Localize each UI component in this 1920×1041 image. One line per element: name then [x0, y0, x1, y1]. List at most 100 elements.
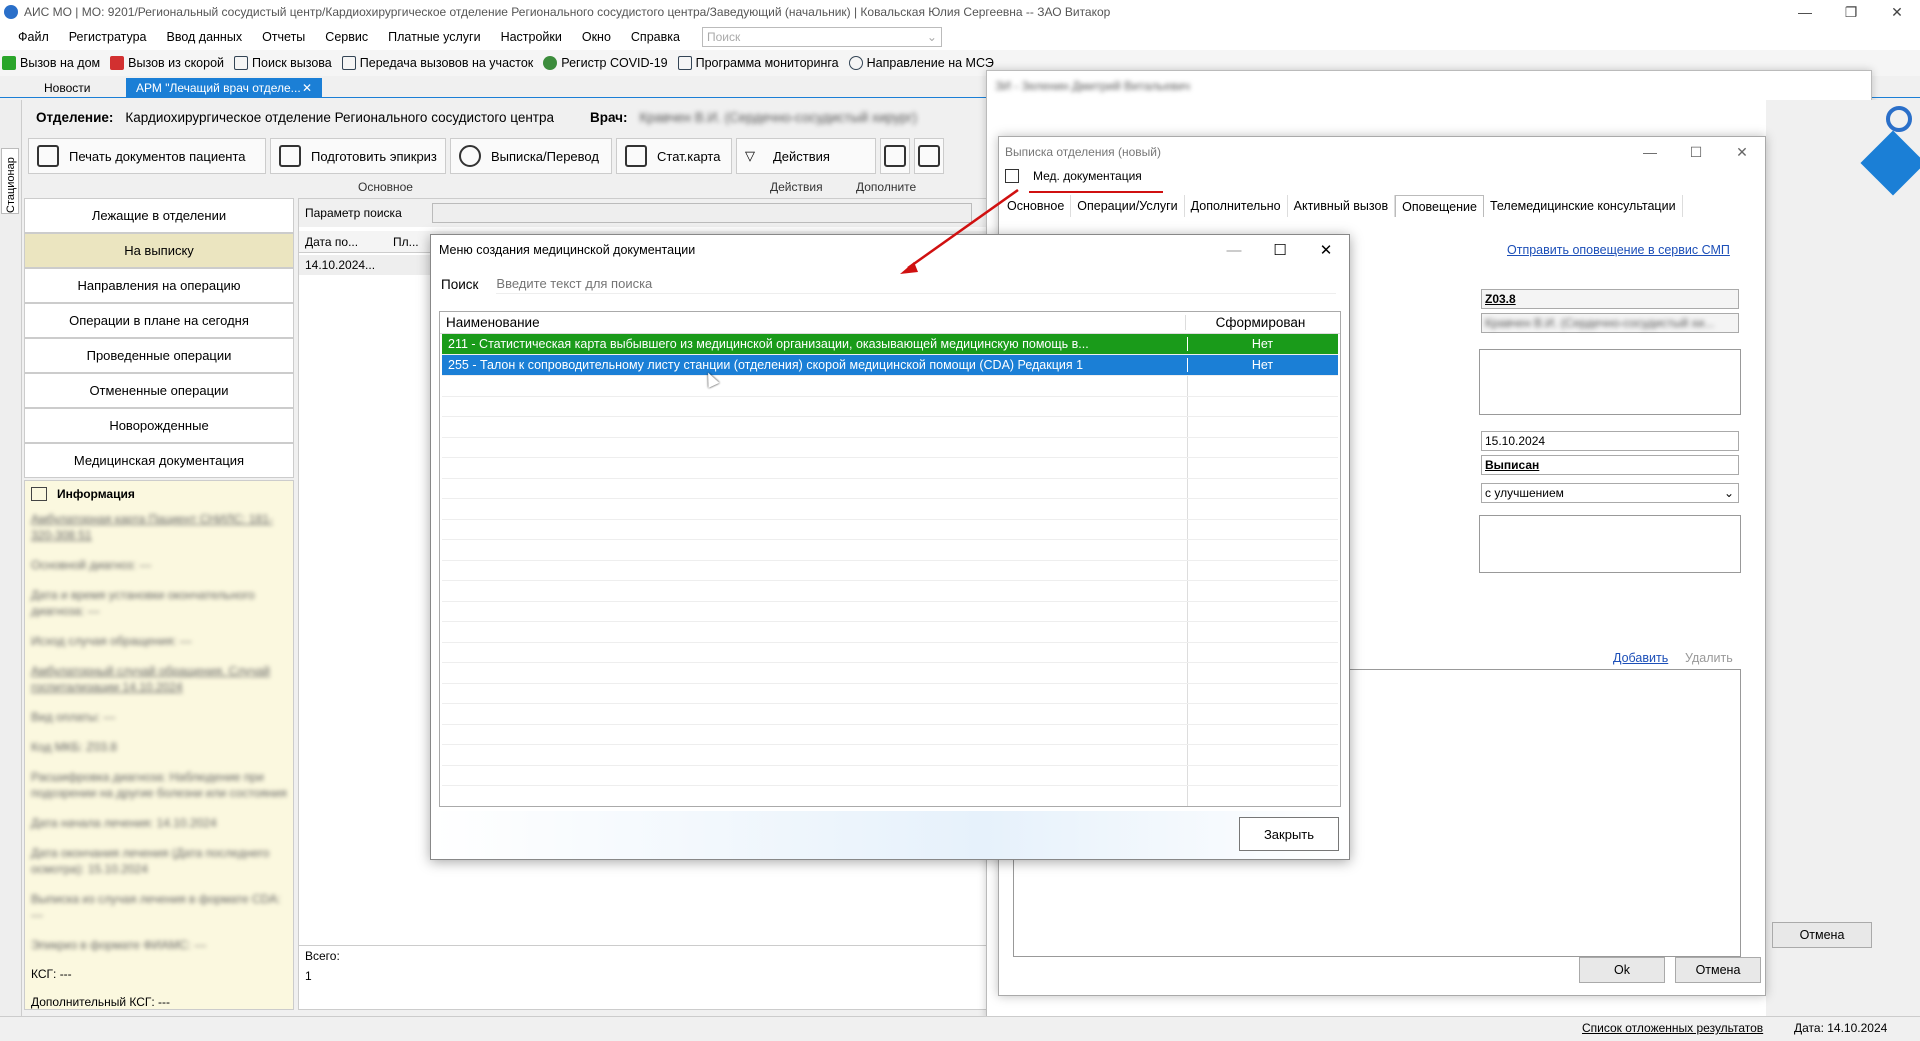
maximize-icon[interactable]: ☐	[1673, 137, 1719, 167]
nav-newborns[interactable]: Новорожденные	[24, 408, 294, 443]
restore-icon[interactable]: ❐	[1828, 0, 1874, 24]
nav-for-discharge[interactable]: На выписку	[24, 233, 294, 268]
empty-cell	[1187, 786, 1337, 806]
empty-row	[442, 458, 1338, 479]
actions-button[interactable]: ▽ Действия	[736, 138, 876, 174]
doctor-field[interactable]: Кравчен В.И. (Сердечно-сосудистый хи...	[1481, 313, 1739, 333]
med-docs-button[interactable]: Мед. документация	[1005, 169, 1142, 183]
transfer-calls-button[interactable]: Передача вызовов на участок	[341, 56, 533, 70]
empty-row	[442, 376, 1338, 397]
total-value: 1	[305, 969, 312, 983]
col-name-header[interactable]: Наименование	[440, 315, 1185, 330]
nav-completed-surgeries[interactable]: Проведенные операции	[24, 338, 294, 373]
menu-settings[interactable]: Настройки	[491, 30, 572, 44]
side-strip: Стационар	[0, 100, 22, 1040]
cancel-button[interactable]: Отмена	[1675, 957, 1761, 983]
diagnosis-code-field[interactable]: Z03.8	[1481, 289, 1739, 309]
menu-registry[interactable]: Регистратура	[59, 30, 157, 44]
notes-area-2[interactable]	[1479, 515, 1741, 573]
info-line: Амбулаторная карта Пациент СНИЛС: 181-32…	[31, 512, 273, 542]
outcome-select[interactable]: с улучшением ⌄	[1481, 483, 1739, 503]
mse-direction-button[interactable]: Направление на МСЭ	[848, 56, 994, 70]
menu-reports[interactable]: Отчеты	[252, 30, 315, 44]
ok-button[interactable]: Ok	[1579, 957, 1665, 983]
close-icon[interactable]: ✕	[1719, 137, 1765, 167]
prepare-epicrisis-button[interactable]: Подготовить эпикриз	[270, 138, 446, 174]
tab-main[interactable]: Основное	[1001, 195, 1072, 217]
nav-cancelled-surgeries[interactable]: Отмененные операции	[24, 373, 294, 408]
empty-row	[442, 745, 1338, 766]
menu-help[interactable]: Справка	[621, 30, 690, 44]
minimize-icon[interactable]: —	[1782, 0, 1828, 24]
ambulance-call-button[interactable]: Вызов из скорой	[110, 56, 224, 70]
nav-surgery-referrals[interactable]: Направления на операцию	[24, 268, 294, 303]
search-call-button[interactable]: Поиск вызова	[234, 56, 332, 70]
dropdown-triangle-icon: ▽	[745, 148, 755, 163]
menu-search-combo[interactable]: Поиск ⌄	[701, 27, 942, 47]
menu-file[interactable]: Файл	[8, 30, 59, 44]
discharge-transfer-button[interactable]: Выписка/Перевод	[450, 138, 612, 174]
menu-service[interactable]: Сервис	[315, 30, 378, 44]
send-smp-notification-link[interactable]: Отправить оповещение в сервис СМП	[1507, 243, 1730, 257]
tab-close-icon[interactable]: ✕	[302, 81, 312, 95]
tab-arm-doctor[interactable]: АРМ "Лечащий врач отделе... ✕	[126, 78, 322, 98]
col-formed-header[interactable]: Сформирован	[1185, 315, 1335, 330]
search-param-select[interactable]	[431, 203, 972, 223]
menu-paid-services[interactable]: Платные услуги	[378, 30, 490, 44]
minimize-icon[interactable]: —	[1211, 235, 1257, 265]
tab-news[interactable]: Новости	[34, 78, 100, 98]
home-call-button[interactable]: Вызов на дом	[2, 56, 100, 70]
close-icon[interactable]: ✕	[1303, 235, 1349, 265]
tab-notification[interactable]: Оповещение	[1395, 195, 1484, 217]
col-date-header[interactable]: Дата по...	[299, 235, 387, 249]
tab-additional[interactable]: Дополнительно	[1185, 195, 1288, 217]
modal-search-input[interactable]	[496, 274, 1337, 294]
tab-operations[interactable]: Операции/Услуги	[1071, 195, 1185, 217]
home-call-label: Вызов на дом	[20, 56, 101, 70]
printer-icon	[37, 145, 59, 167]
close-button[interactable]: Закрыть	[1239, 817, 1339, 851]
row-date-cell: 14.10.2024...	[305, 258, 376, 272]
empty-rows	[440, 376, 1340, 806]
people-icon	[677, 56, 692, 70]
table-row[interactable]: 255 - Талон к сопроводительному листу ст…	[442, 355, 1338, 376]
extra-doc-button[interactable]	[880, 138, 910, 174]
ribbon-toolbar: Печать документов пациента Подготовить э…	[24, 134, 984, 198]
minimize-icon[interactable]: —	[1627, 137, 1673, 167]
covid-register-button[interactable]: Регистр COVID-19	[543, 56, 668, 70]
tab-telemedicine[interactable]: Телемедицинские консультации	[1484, 195, 1683, 217]
maximize-icon[interactable]: ☐	[1257, 235, 1303, 265]
pending-results-link[interactable]: Список отложенных результатов	[1582, 1021, 1763, 1035]
cancel-button-outer[interactable]: Отмена	[1772, 922, 1872, 948]
info-ksg: КСГ: ---	[31, 967, 72, 981]
col-plan-header[interactable]: Пл...	[387, 235, 419, 249]
status-field[interactable]: Выписан	[1481, 455, 1739, 475]
menu-data-entry[interactable]: Ввод данных	[157, 30, 253, 44]
row-formed-cell: Нет	[1187, 337, 1337, 351]
empty-cell	[1187, 724, 1337, 744]
stat-card-button[interactable]: Стат.карта	[616, 138, 732, 174]
print-docs-button[interactable]: Печать документов пациента	[28, 138, 266, 174]
tab-active-call[interactable]: Активный вызов	[1288, 195, 1396, 217]
notes-area-1[interactable]	[1479, 349, 1741, 415]
info-line: Код МКБ: Z03.8	[31, 740, 117, 754]
nav-in-department[interactable]: Лежащие в отделении	[24, 198, 294, 233]
search-param-row: Параметр поиска	[299, 199, 989, 227]
close-icon[interactable]: ✕	[1874, 0, 1920, 24]
discharge-date-field[interactable]: 15.10.2024	[1481, 431, 1739, 451]
empty-cell	[1187, 437, 1337, 457]
menu-window[interactable]: Окно	[572, 30, 621, 44]
nav-medical-docs[interactable]: Медицинская документация	[24, 443, 294, 478]
empty-row	[442, 704, 1338, 725]
side-tab-hospital[interactable]: Стационар	[1, 148, 19, 214]
nav-surgeries-today[interactable]: Операции в плане на сегодня	[24, 303, 294, 338]
gear-icon[interactable]	[1886, 106, 1912, 132]
add-link[interactable]: Добавить	[1613, 651, 1668, 665]
empty-cell	[1187, 622, 1337, 642]
delete-link[interactable]: Удалить	[1685, 651, 1733, 665]
print-docs-label: Печать документов пациента	[69, 148, 246, 164]
monitoring-program-button[interactable]: Программа мониторинга	[677, 56, 839, 70]
modal-search-row: Поиск	[441, 273, 1341, 295]
extra-clipboard-button[interactable]	[914, 138, 944, 174]
table-row[interactable]: 211 - Статистическая карта выбывшего из …	[442, 334, 1338, 355]
